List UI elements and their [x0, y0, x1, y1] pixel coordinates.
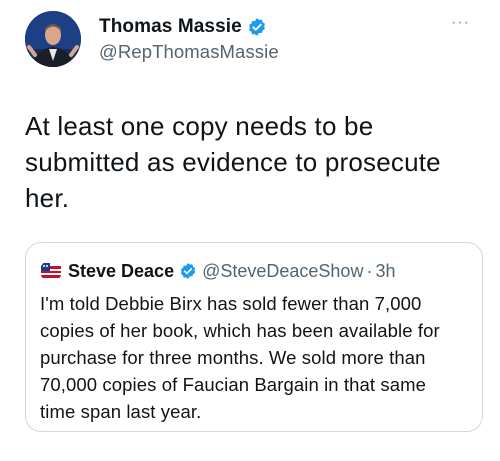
author-block: Thomas Massie @RepThomasMassie: [99, 15, 279, 63]
author-name-row: Thomas Massie: [99, 15, 279, 39]
quoted-tweet-text: I'm told Debbie Birx has sold fewer than…: [40, 293, 440, 422]
quoted-tweet[interactable]: Steve Deace @SteveDeaceShow · 3h I'm tol…: [25, 242, 483, 432]
verified-badge-icon: [247, 17, 267, 37]
tweet: Thomas Massie @RepThomasMassie ··· At le…: [0, 0, 500, 461]
more-icon[interactable]: ···: [451, 14, 470, 32]
author-avatar[interactable]: [25, 11, 81, 67]
quoted-author-name[interactable]: Steve Deace: [68, 261, 174, 282]
quoted-author-handle[interactable]: @SteveDeaceShow: [202, 261, 363, 282]
quoted-timestamp[interactable]: 3h: [375, 261, 395, 282]
timestamp-separator: ·: [366, 260, 373, 281]
quoted-author-avatar[interactable]: [40, 260, 62, 282]
author-name[interactable]: Thomas Massie: [99, 16, 242, 38]
tweet-text: At least one copy needs to be submitted …: [25, 111, 441, 213]
quoted-tweet-header: Steve Deace @SteveDeaceShow · 3h: [40, 259, 395, 283]
author-handle[interactable]: @RepThomasMassie: [99, 41, 279, 63]
verified-badge-icon: [179, 262, 197, 280]
